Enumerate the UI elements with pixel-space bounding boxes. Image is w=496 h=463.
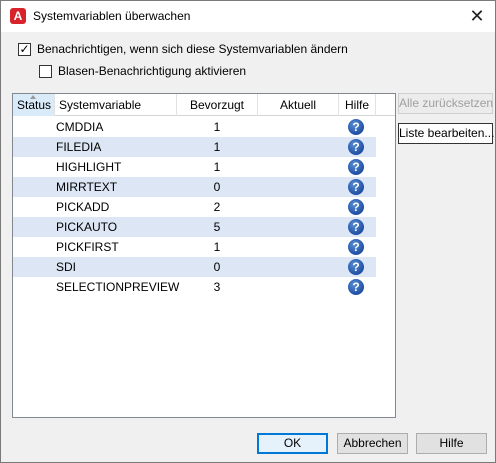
notify-option[interactable]: ✓ Benachrichtigen, wenn sich diese Syste… [18, 42, 348, 56]
help-question-icon[interactable]: ? [348, 219, 364, 235]
balloon-checkbox[interactable] [39, 64, 52, 78]
column-header-sysvar[interactable]: Systemvariable [55, 94, 177, 116]
balloon-label: Blasen-Benachrichtigung aktivieren [58, 64, 247, 78]
preferred-value-cell[interactable]: 0 [177, 177, 257, 197]
help-question-icon[interactable]: ? [348, 179, 364, 195]
table-row[interactable]: PICKAUTO 5? [13, 217, 376, 237]
help-question-icon[interactable]: ? [348, 259, 364, 275]
current-value-cell [258, 117, 338, 137]
current-value-cell [258, 237, 338, 257]
sysvar-name-cell: FILEDIA [56, 140, 102, 154]
column-header-preferred[interactable]: Bevorzugt [177, 94, 258, 116]
current-value-cell [258, 277, 338, 297]
preferred-value-cell[interactable]: 2 [177, 197, 257, 217]
dialog-window: A Systemvariablen überwachen ✕ ✓ Benachr… [0, 0, 496, 463]
sysvar-name-cell: PICKAUTO [56, 220, 118, 234]
current-value-cell [258, 157, 338, 177]
help-question-icon[interactable]: ? [348, 119, 364, 135]
preferred-value-cell[interactable]: 3 [177, 277, 257, 297]
table-row[interactable]: FILEDIA 1? [13, 137, 376, 157]
status-cell [13, 197, 55, 217]
help-question-icon[interactable]: ? [348, 159, 364, 175]
window-title: Systemvariablen überwachen [33, 9, 191, 23]
preferred-value-cell[interactable]: 0 [177, 257, 257, 277]
autocad-app-icon: A [10, 8, 26, 24]
ok-button[interactable]: OK [257, 433, 328, 454]
edit-list-button[interactable]: Liste bearbeiten... [398, 123, 494, 144]
sysvar-name-cell: PICKFIRST [56, 240, 119, 254]
table-header: Status Systemvariable Bevorzugt Aktuell … [13, 94, 395, 116]
help-question-icon[interactable]: ? [348, 279, 364, 295]
close-button[interactable]: ✕ [463, 4, 491, 28]
status-cell [13, 277, 55, 297]
notify-label: Benachrichtigen, wenn sich diese Systemv… [37, 42, 348, 56]
preferred-value-cell[interactable]: 1 [177, 237, 257, 257]
sysvar-name-cell: SDI [56, 260, 77, 274]
preferred-value-cell[interactable]: 5 [177, 217, 257, 237]
table-row[interactable]: SDI 0? [13, 257, 376, 277]
cancel-button[interactable]: Abbrechen [337, 433, 408, 454]
reset-all-button[interactable]: Alle zurücksetzen [398, 93, 493, 114]
column-header-current[interactable]: Aktuell [258, 94, 339, 116]
checkmark-icon: ✓ [19, 41, 30, 56]
current-value-cell [258, 177, 338, 197]
status-cell [13, 217, 55, 237]
column-header-status[interactable]: Status [13, 94, 55, 116]
status-cell [13, 137, 55, 157]
title-bar: A Systemvariablen überwachen ✕ [1, 1, 495, 32]
sysvar-name-cell: PICKADD [56, 200, 110, 214]
table-row[interactable]: PICKFIRST 1? [13, 237, 376, 257]
preferred-value-cell[interactable]: 1 [177, 137, 257, 157]
sysvar-name-cell: MIRRTEXT [56, 180, 118, 194]
current-value-cell [258, 217, 338, 237]
table-row[interactable]: CMDDIA 1? [13, 117, 376, 137]
status-cell [13, 177, 55, 197]
preferred-value-cell[interactable]: 1 [177, 157, 257, 177]
sysvar-table: Status Systemvariable Bevorzugt Aktuell … [12, 93, 396, 418]
help-question-icon[interactable]: ? [348, 239, 364, 255]
status-cell [13, 117, 55, 137]
current-value-cell [258, 197, 338, 217]
current-value-cell [258, 137, 338, 157]
table-row[interactable]: MIRRTEXT 0? [13, 177, 376, 197]
table-row[interactable]: HIGHLIGHT 1? [13, 157, 376, 177]
notify-checkbox[interactable]: ✓ [18, 41, 31, 56]
status-cell [13, 257, 55, 277]
current-value-cell [258, 257, 338, 277]
column-header-help[interactable]: Hilfe [339, 94, 376, 116]
status-cell [13, 157, 55, 177]
help-question-icon[interactable]: ? [348, 199, 364, 215]
help-question-icon[interactable]: ? [348, 139, 364, 155]
sysvar-name-cell: CMDDIA [56, 120, 104, 134]
sort-ascending-icon [30, 95, 36, 99]
status-cell [13, 237, 55, 257]
balloon-option[interactable]: Blasen-Benachrichtigung aktivieren [39, 64, 246, 78]
preferred-value-cell[interactable]: 1 [177, 117, 257, 137]
table-row[interactable]: SELECTIONPREVIEW 3? [13, 277, 376, 297]
help-button[interactable]: Hilfe [416, 433, 487, 454]
sysvar-name-cell: HIGHLIGHT [56, 160, 122, 174]
table-row[interactable]: PICKADD 2? [13, 197, 376, 217]
sysvar-name-cell: SELECTIONPREVIEW [56, 280, 180, 294]
